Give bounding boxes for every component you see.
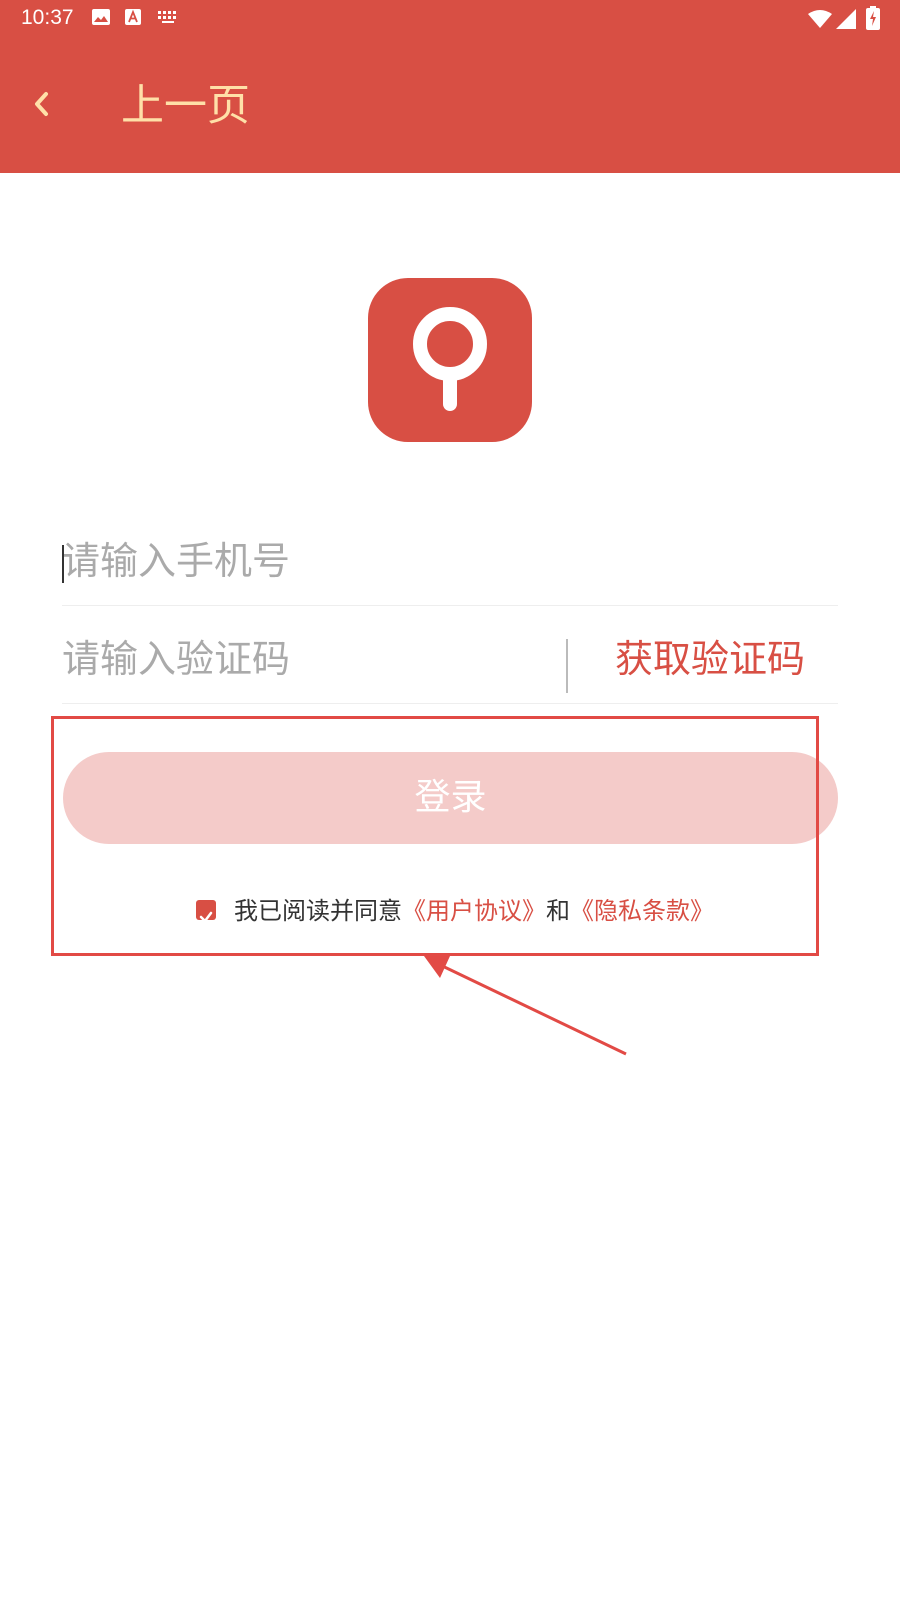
page-title: 上一页: [121, 81, 250, 131]
text-caret: [62, 545, 64, 583]
back-button[interactable]: [24, 84, 64, 124]
phone-field: [62, 515, 838, 606]
phone-input[interactable]: [62, 533, 822, 589]
verification-code-input[interactable]: [62, 631, 542, 687]
app-bar: 10:37 上一页: [0, 0, 900, 173]
text-icon: [125, 9, 141, 25]
annotation-highlight-box: [51, 716, 819, 956]
keyboard-icon: [158, 11, 176, 23]
image-icon: [92, 9, 110, 25]
signal-icon: [836, 9, 856, 29]
field-divider: [566, 639, 568, 693]
wifi-icon: [808, 10, 832, 28]
code-field: 获取验证码: [62, 613, 838, 704]
app-logo: [368, 278, 532, 442]
status-bar: 10:37: [0, 0, 900, 38]
get-code-button[interactable]: 获取验证码: [615, 633, 805, 685]
chevron-left-icon: [35, 92, 48, 116]
battery-icon: [866, 6, 880, 30]
search-icon: [413, 307, 487, 411]
status-time: 10:37: [21, 6, 74, 29]
annotation-arrow-icon: [424, 956, 627, 1056]
